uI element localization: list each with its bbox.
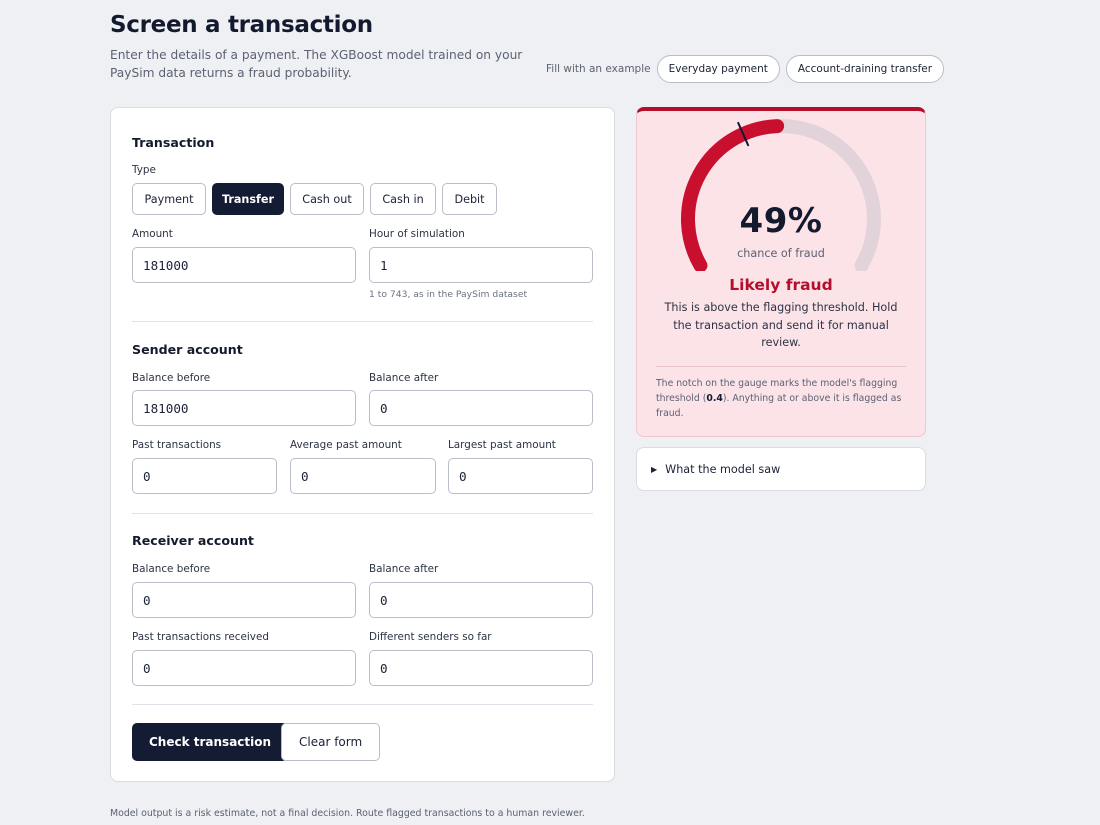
receiver-balance-after-label: Balance after — [369, 563, 439, 575]
page-subtitle: Enter the details of a payment. The XGBo… — [110, 48, 523, 80]
fraud-percentage-caption: chance of fraud — [737, 247, 825, 260]
sender-balance-after-input[interactable]: 0 — [369, 390, 593, 426]
sender-largest-past-amount-label: Largest past amount — [448, 439, 556, 451]
type-debit-button[interactable]: Debit — [442, 183, 497, 215]
verdict-label: Likely fraud — [729, 276, 833, 294]
fraud-percentage: 49% — [739, 201, 823, 241]
amount-label: Amount — [132, 228, 173, 240]
model-details-label: What the model saw — [665, 462, 781, 476]
sender-section-title: Sender account — [132, 342, 243, 357]
type-selector: Payment Transfer Cash out Cash in Debit — [132, 183, 497, 215]
type-transfer-button[interactable]: Transfer — [212, 183, 284, 215]
transaction-section-title: Transaction — [132, 135, 215, 150]
receiver-past-received-label: Past transactions received — [132, 631, 269, 643]
example-everyday-payment-button[interactable]: Everyday payment — [656, 55, 780, 83]
section-divider — [132, 513, 593, 514]
verdict-description: This is above the flagging threshold. Ho… — [664, 301, 898, 349]
type-cash-in-button[interactable]: Cash in — [370, 183, 436, 215]
sender-past-transactions-input[interactable]: 0 — [132, 458, 277, 494]
section-divider — [132, 704, 593, 705]
triangle-right-icon: ▶ — [651, 464, 658, 474]
receiver-balance-after-input[interactable]: 0 — [369, 582, 593, 618]
receiver-balance-before-label: Balance before — [132, 563, 211, 575]
type-label: Type — [132, 164, 156, 176]
sender-largest-past-amount-input[interactable]: 0 — [448, 458, 593, 494]
threshold-value: 0.4 — [706, 393, 723, 404]
model-details-toggle[interactable]: ▶ What the model saw — [636, 447, 926, 491]
transaction-form: Transaction Type Payment Transfer Cash o… — [110, 107, 615, 782]
result-divider — [656, 366, 906, 367]
example-bar: Fill with an example Everyday payment Ac… — [546, 55, 945, 83]
type-cash-out-button[interactable]: Cash out — [290, 183, 364, 215]
type-payment-button[interactable]: Payment — [132, 183, 206, 215]
sender-balance-before-input[interactable]: 181000 — [132, 390, 356, 426]
receiver-balance-before-input[interactable]: 0 — [132, 582, 356, 618]
page-title: Screen a transaction — [110, 12, 373, 38]
footer-disclaimer: Model output is a risk estimate, not a f… — [110, 808, 585, 819]
sender-past-transactions-label: Past transactions — [132, 439, 222, 451]
sender-balance-before-label: Balance before — [132, 372, 211, 384]
threshold-note: The notch on the gauge marks the model's… — [656, 376, 906, 421]
sender-average-past-amount-label: Average past amount — [290, 439, 402, 451]
section-divider — [132, 321, 593, 322]
clear-form-button[interactable]: Clear form — [281, 723, 381, 761]
receiver-section-title: Receiver account — [132, 533, 254, 548]
receiver-senders-input[interactable]: 0 — [369, 650, 593, 686]
receiver-past-received-input[interactable]: 0 — [132, 650, 356, 686]
sender-average-past-amount-input[interactable]: 0 — [290, 458, 436, 494]
hour-hint: 1 to 743, as in the PaySim dataset — [369, 289, 528, 300]
check-transaction-button[interactable]: Check transaction — [132, 723, 289, 761]
result-card: 49% chance of fraud Likely fraud This is… — [636, 107, 926, 437]
receiver-senders-label: Different senders so far — [369, 631, 492, 643]
examples-label: Fill with an example — [546, 63, 651, 75]
gauge-fill — [681, 119, 785, 271]
hour-input[interactable]: 1 — [369, 247, 593, 283]
sender-balance-after-label: Balance after — [369, 372, 439, 384]
hour-label: Hour of simulation — [369, 228, 465, 240]
example-account-draining-button[interactable]: Account-draining transfer — [785, 55, 945, 83]
amount-input[interactable]: 181000 — [132, 247, 356, 283]
